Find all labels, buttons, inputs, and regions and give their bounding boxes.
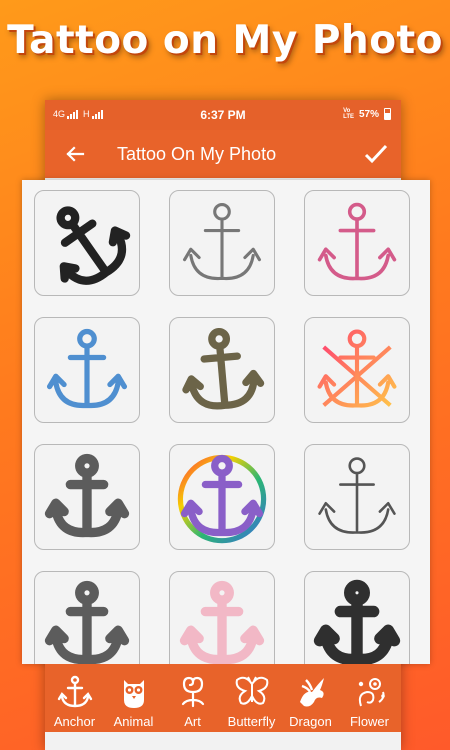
category-anchor[interactable]: Anchor (45, 664, 104, 732)
anchor-icon (44, 580, 130, 664)
anchor-tile-8[interactable] (169, 444, 275, 550)
anchor-icon (317, 329, 397, 408)
butterfly-icon (235, 676, 268, 705)
status-bar: 4G H 6:37 PM Vo LTE 57% (45, 100, 401, 130)
app-title: Tattoo On My Photo (117, 144, 277, 164)
confirm-check-icon[interactable] (363, 141, 389, 167)
battery-icon (384, 108, 391, 120)
category-bar: Anchor Animal Art Butterfly Dragon Flower (45, 664, 401, 732)
volte-icon: Vo LTE (343, 108, 354, 120)
category-label: Animal (113, 714, 154, 729)
dragon-icon (299, 678, 324, 707)
anchor-tile-1[interactable] (34, 190, 140, 296)
swirl-icon (181, 676, 204, 708)
category-label: Butterfly (227, 714, 276, 729)
tattoo-grid (22, 180, 430, 664)
anchor-icon (56, 206, 131, 285)
status-right: Vo LTE 57% (343, 108, 391, 120)
anchor-icon (318, 457, 396, 534)
category-animal[interactable]: Animal (104, 664, 163, 732)
anchor-icon (177, 454, 267, 544)
category-label: Art (184, 714, 201, 729)
app-bar: Tattoo On My Photo (45, 130, 401, 178)
category-flower[interactable]: Flower (340, 664, 399, 732)
promo-title: Tattoo on My Photo (7, 18, 443, 63)
category-label: Anchor (53, 714, 96, 729)
category-art[interactable]: Art (163, 664, 222, 732)
category-label: Flower (349, 714, 389, 729)
back-arrow-icon[interactable] (63, 142, 87, 166)
anchor-tile-5[interactable] (169, 317, 275, 423)
anchor-tile-11[interactable] (169, 571, 275, 664)
anchor-icon (183, 203, 261, 281)
anchor-icon (313, 579, 401, 664)
category-dragon[interactable]: Dragon (281, 664, 340, 732)
category-butterfly[interactable]: Butterfly (222, 664, 281, 732)
anchor-icon (317, 202, 397, 281)
anchor-icon (182, 328, 265, 410)
anchor-icon (57, 675, 92, 708)
owl-icon (123, 680, 144, 708)
anchor-tile-3[interactable] (304, 190, 410, 296)
category-label: Dragon (289, 714, 332, 729)
anchor-tile-12[interactable] (304, 571, 410, 664)
anchor-tile-6[interactable] (304, 317, 410, 423)
anchor-tile-10[interactable] (34, 571, 140, 664)
anchor-tile-2[interactable] (169, 190, 275, 296)
anchor-icon (44, 453, 130, 538)
flower-icon (358, 678, 385, 707)
anchor-icon (179, 580, 265, 664)
battery-percent: 57% (358, 108, 379, 120)
anchor-tile-9[interactable] (304, 444, 410, 550)
anchor-tile-4[interactable] (34, 317, 140, 423)
anchor-tile-7[interactable] (34, 444, 140, 550)
anchor-icon (46, 328, 128, 409)
